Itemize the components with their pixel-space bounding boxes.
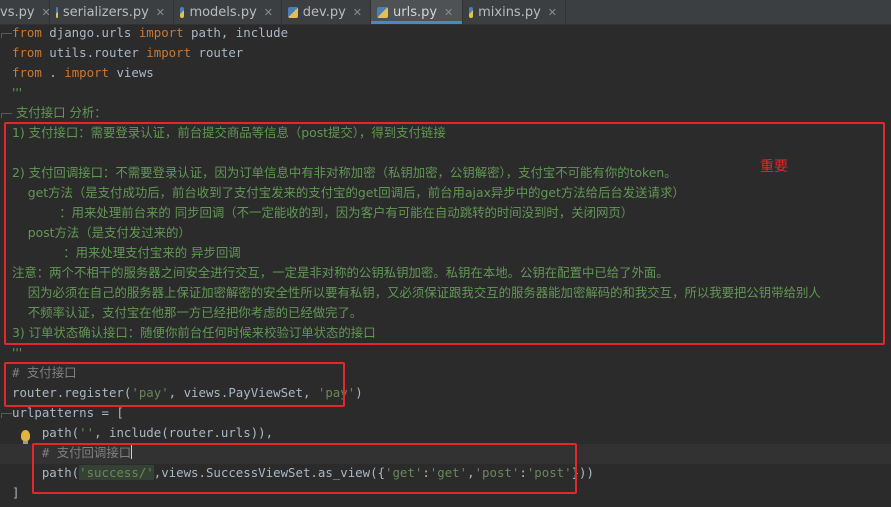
- close-icon[interactable]: ✕: [444, 6, 453, 19]
- code-line-1: from django.urls import path, include: [12, 23, 288, 43]
- tab-label: serializers.py: [62, 4, 149, 20]
- keyword: import: [64, 65, 109, 80]
- code-line-24: ]: [12, 485, 20, 500]
- close-icon[interactable]: ✕: [353, 6, 362, 19]
- close-icon[interactable]: ✕: [156, 6, 165, 19]
- code-editor[interactable]: from django.urls import path, include fr…: [0, 25, 891, 507]
- annotation-box-register: [4, 362, 345, 407]
- code-line-5: 支付接口 分析：: [12, 105, 107, 120]
- annotation-box-docstring: [4, 122, 885, 345]
- code-line-4: ''': [12, 85, 23, 100]
- tab-label: mixins.py: [478, 4, 541, 20]
- tab-label: models.py: [189, 4, 257, 20]
- code-text: path(: [12, 425, 80, 440]
- code-text: views: [109, 65, 154, 80]
- code-text: , include(router.urls)),: [94, 425, 274, 440]
- code-line-21: path('', include(router.urls)),: [12, 423, 273, 443]
- code-text: ): [355, 385, 363, 400]
- keyword: import: [138, 25, 184, 40]
- fold-marker[interactable]: [1, 113, 12, 118]
- tab-views[interactable]: vs.py ✕: [0, 0, 51, 24]
- tab-models[interactable]: models.py ✕: [174, 0, 282, 24]
- keyword: from: [12, 25, 42, 40]
- tab-serializers[interactable]: serializers.py ✕: [50, 0, 174, 24]
- string-literal: '': [79, 425, 95, 440]
- python-file-icon: [288, 6, 298, 18]
- python-file-icon: [377, 6, 388, 18]
- keyword: from: [12, 65, 42, 80]
- keyword: import: [146, 45, 192, 60]
- code-text: .: [41, 65, 65, 80]
- tab-label: dev.py: [302, 4, 346, 20]
- tab-urls[interactable]: urls.py ✕: [371, 0, 463, 24]
- fold-marker[interactable]: [1, 413, 12, 418]
- code-line-17: ''': [12, 345, 23, 360]
- code-text: router: [191, 45, 244, 60]
- tab-label: vs.py: [0, 4, 35, 20]
- close-icon[interactable]: ✕: [264, 6, 273, 19]
- fold-marker[interactable]: [1, 33, 12, 38]
- code-text: path, include: [183, 25, 289, 40]
- close-icon[interactable]: ✕: [548, 6, 557, 19]
- editor-tab-bar: vs.py ✕ serializers.py ✕ models.py ✕ dev…: [0, 0, 891, 25]
- code-line-2: from utils.router import router: [12, 43, 243, 63]
- code-line-3: from . import views: [12, 63, 154, 83]
- python-file-icon: [180, 6, 185, 18]
- python-file-icon: [56, 6, 58, 18]
- annotation-box-callback: [32, 443, 577, 494]
- tab-dev[interactable]: dev.py ✕: [282, 0, 371, 24]
- python-file-icon: [469, 6, 474, 18]
- tab-mixins[interactable]: mixins.py ✕: [463, 0, 566, 24]
- keyword: from: [12, 45, 42, 60]
- code-text: utils.router: [41, 45, 147, 60]
- annotation-label: 重要: [760, 159, 788, 175]
- code-text: django.urls: [41, 25, 139, 40]
- tab-label: urls.py: [393, 4, 438, 20]
